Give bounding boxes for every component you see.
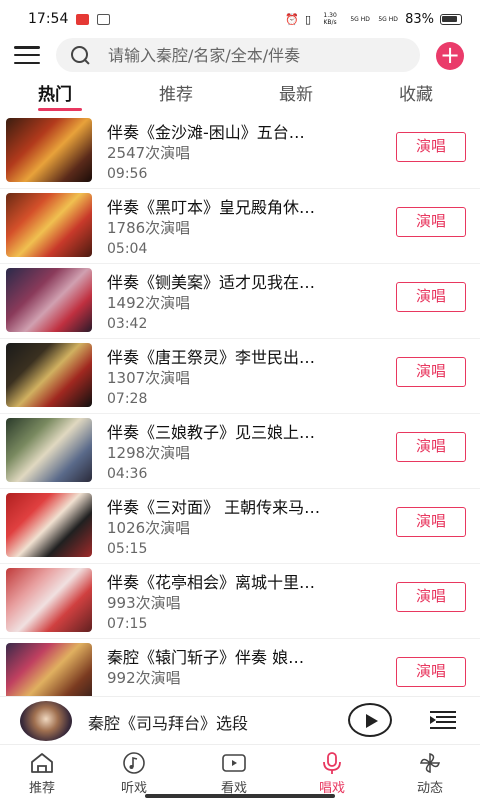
home-icon <box>31 753 53 773</box>
item-play-count: 1307次演唱 <box>107 369 191 387</box>
nav-label: 听戏 <box>120 781 147 796</box>
item-title: 伴奏《花亭相会》离城十里… <box>107 573 316 592</box>
list-item[interactable]: 伴奏《金沙滩-困山》五台… 2547次演唱 09:56 演唱 <box>0 114 480 189</box>
tab-hot[interactable]: 热门 <box>38 80 72 105</box>
tab-latest[interactable]: 最新 <box>279 80 313 105</box>
item-duration: 03:42 <box>107 316 148 332</box>
microphone-icon <box>323 752 341 774</box>
item-play-count: 1786次演唱 <box>107 219 191 237</box>
sing-button[interactable]: 演唱 <box>396 507 466 537</box>
active-tab-indicator <box>38 108 82 111</box>
battery-percent: 83% <box>405 11 434 27</box>
song-list: 伴奏《金沙滩-困山》五台… 2547次演唱 09:56 演唱 伴奏《黑叮本》皇兄… <box>0 114 480 696</box>
nav-feed[interactable]: 动态 <box>400 751 460 796</box>
list-item[interactable]: 伴奏《三娘教子》见三娘上… 1298次演唱 04:36 演唱 <box>0 414 480 489</box>
list-item[interactable]: 伴奏《黑叮本》皇兄殿角休… 1786次演唱 05:04 演唱 <box>0 189 480 264</box>
play-button[interactable] <box>348 703 392 737</box>
item-title: 伴奏《铡美案》适才见我在… <box>107 273 316 292</box>
tab-bar: 热门 推荐 最新 收藏 <box>0 80 480 114</box>
nav-sing[interactable]: 唱戏 <box>302 751 362 796</box>
opera-thumbnail <box>6 343 92 407</box>
pinwheel-icon <box>420 753 440 773</box>
item-duration: 04:36 <box>107 466 148 482</box>
item-title: 秦腔《辕门斩子》伴奏 娘… <box>107 648 305 667</box>
status-time: 17:54 <box>28 11 69 27</box>
opera-thumbnail <box>6 118 92 182</box>
header: + <box>0 38 480 72</box>
menu-icon[interactable] <box>14 46 40 64</box>
nav-watch[interactable]: 看戏 <box>204 751 264 796</box>
item-title: 伴奏《三娘教子》见三娘上… <box>107 423 316 442</box>
alarm-icon: ⏰ <box>285 12 300 26</box>
bottom-nav: 推荐 听戏 看戏 唱戏 动态 <box>0 744 480 800</box>
nav-listen[interactable]: 听戏 <box>104 751 164 796</box>
item-title: 伴奏《三对面》 王朝传来马… <box>107 498 321 517</box>
list-item[interactable]: 伴奏《唐王祭灵》李世民出… 1307次演唱 07:28 演唱 <box>0 339 480 414</box>
item-duration: 05:15 <box>107 541 148 557</box>
sing-button[interactable]: 演唱 <box>396 207 466 237</box>
nav-label: 动态 <box>416 781 443 796</box>
search-input[interactable] <box>108 45 398 65</box>
opera-thumbnail <box>6 493 92 557</box>
item-title: 伴奏《黑叮本》皇兄殿角休… <box>107 198 316 217</box>
search-bar[interactable] <box>56 38 420 72</box>
opera-thumbnail <box>6 193 92 257</box>
sing-button[interactable]: 演唱 <box>396 282 466 312</box>
battery-icon <box>440 13 462 25</box>
home-indicator[interactable] <box>145 794 335 798</box>
mini-player[interactable]: 秦腔《司马拜台》选段 <box>0 696 480 744</box>
item-play-count: 1298次演唱 <box>107 444 191 462</box>
search-icon <box>70 45 90 65</box>
item-duration: 05:04 <box>107 241 148 257</box>
tab-favorites[interactable]: 收藏 <box>399 80 433 105</box>
app-notification-icon <box>97 13 111 25</box>
item-duration: 07:15 <box>107 616 148 632</box>
music-note-icon <box>123 752 145 774</box>
status-bar: 17:54 ⏰ ▯ 1.30 KB/s 5G HD 5G HD 83% <box>0 0 480 38</box>
nav-recommend[interactable]: 推荐 <box>12 751 72 796</box>
opera-thumbnail <box>6 568 92 632</box>
item-play-count: 1492次演唱 <box>107 294 191 312</box>
nav-label: 推荐 <box>28 781 55 796</box>
list-item[interactable]: 伴奏《三对面》 王朝传来马… 1026次演唱 05:15 演唱 <box>0 489 480 564</box>
item-play-count: 992次演唱 <box>107 669 181 687</box>
sing-button[interactable]: 演唱 <box>396 357 466 387</box>
add-button[interactable]: + <box>436 42 464 70</box>
item-play-count: 2547次演唱 <box>107 144 191 162</box>
opera-thumbnail <box>6 418 92 482</box>
signal-2: 5G HD <box>378 15 398 23</box>
player-title: 秦腔《司马拜台》选段 <box>88 714 249 733</box>
item-duration: 07:28 <box>107 391 148 407</box>
item-duration: 09:56 <box>107 166 148 182</box>
notification-icon <box>76 13 90 25</box>
video-icon <box>222 754 246 772</box>
sing-button[interactable]: 演唱 <box>396 132 466 162</box>
item-play-count: 1026次演唱 <box>107 519 191 537</box>
list-item[interactable]: 伴奏《花亭相会》离城十里… 993次演唱 07:15 演唱 <box>0 564 480 639</box>
sing-button[interactable]: 演唱 <box>396 432 466 462</box>
tab-recommend[interactable]: 推荐 <box>159 80 193 105</box>
playlist-icon[interactable] <box>430 711 456 729</box>
opera-thumbnail <box>6 643 92 696</box>
item-play-count: 993次演唱 <box>107 594 181 612</box>
sing-button[interactable]: 演唱 <box>396 657 466 687</box>
item-title: 伴奏《金沙滩-困山》五台… <box>107 123 305 142</box>
list-item[interactable]: 秦腔《辕门斩子》伴奏 娘… 992次演唱 演唱 <box>0 639 480 696</box>
sing-button[interactable]: 演唱 <box>396 582 466 612</box>
player-thumbnail <box>20 701 72 741</box>
network-speed: 1.30 KB/s <box>323 12 337 26</box>
vibrate-icon: ▯ <box>305 12 312 26</box>
opera-thumbnail <box>6 268 92 332</box>
item-title: 伴奏《唐王祭灵》李世民出… <box>107 348 316 367</box>
signal-1: 5G HD <box>350 15 370 23</box>
list-item[interactable]: 伴奏《铡美案》适才见我在… 1492次演唱 03:42 演唱 <box>0 264 480 339</box>
